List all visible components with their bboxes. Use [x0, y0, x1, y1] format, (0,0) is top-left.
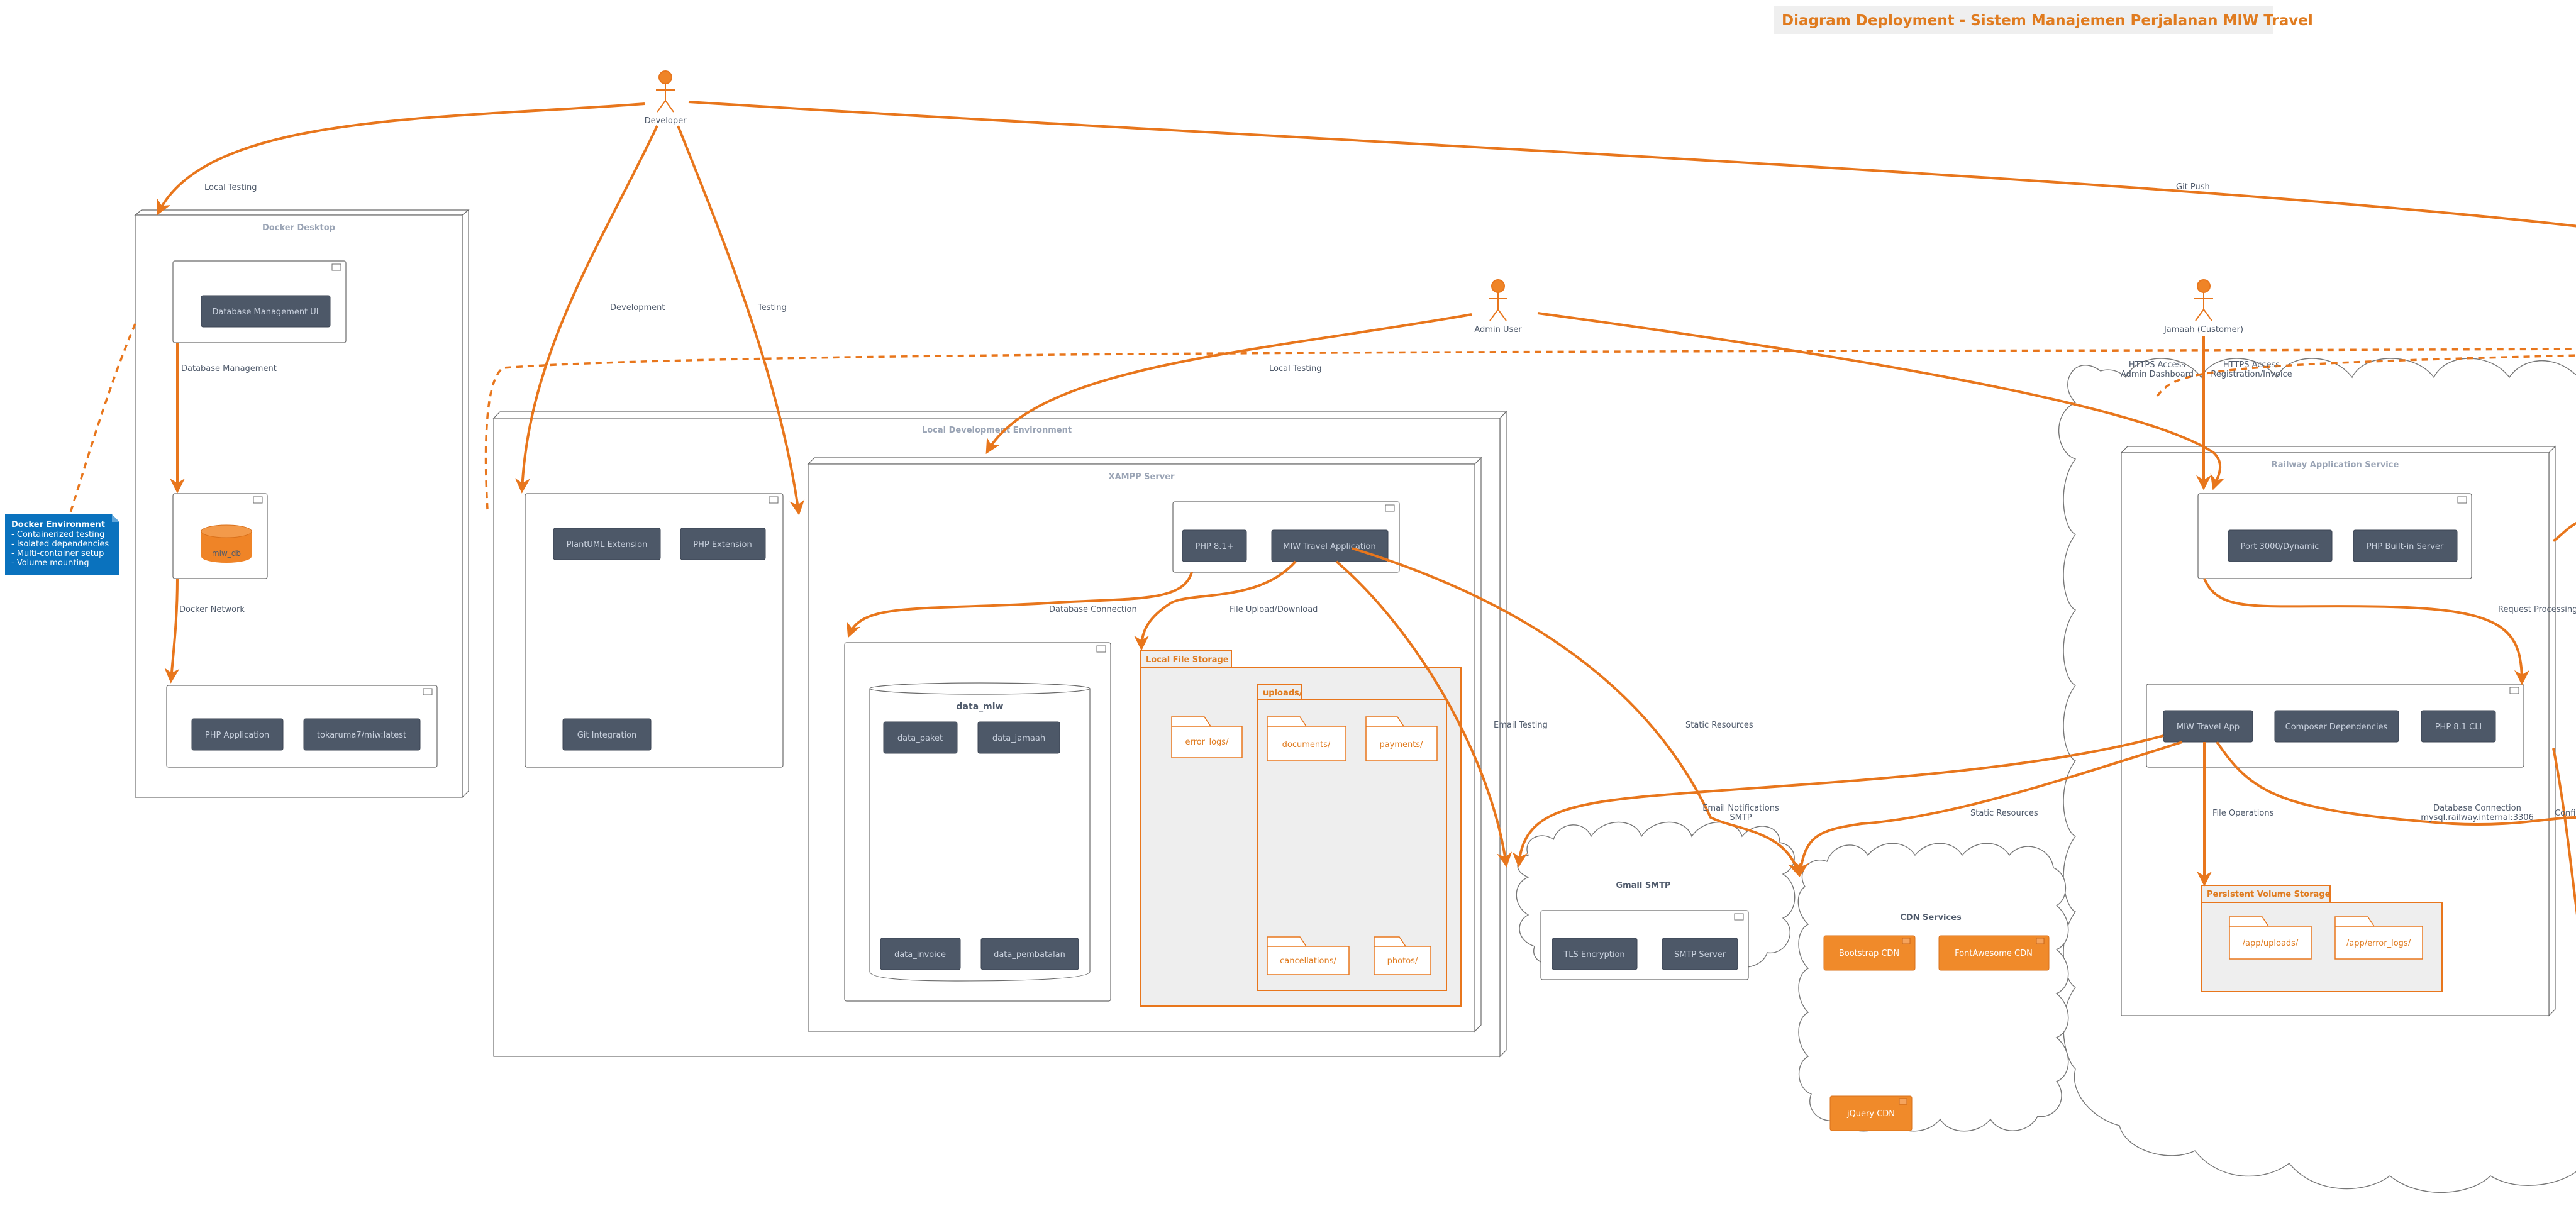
diagram-title: Diagram Deployment - Sistem Manajemen Pe… — [1782, 13, 2313, 29]
photos-label: photos/ — [1387, 956, 1418, 966]
port-label: Port 3000/Dynamic — [2241, 542, 2319, 551]
uploads-title: uploads/ — [1263, 689, 1302, 698]
gmail-smtp-title: Gmail SMTP — [1616, 881, 1670, 890]
php81-xampp-label: PHP 8.1+ — [1195, 542, 1233, 551]
data-pembatalan-label: data_pembatalan — [994, 950, 1065, 960]
note-title: Docker Environment — [11, 520, 105, 529]
admin-user-label: Admin User — [1474, 325, 1522, 335]
mysql-component: data_miw data_paket data_jamaah data_inv… — [844, 642, 1111, 1002]
label-development: Development — [610, 303, 665, 313]
label-db-connection-railway-1: Database Connection — [2433, 804, 2521, 813]
customer-actor — [2194, 279, 2213, 321]
local-file-storage-package: Local File Storage error_logs/ uploads/ … — [1140, 650, 1462, 1007]
label-database-connection: Database Connection — [1049, 605, 1137, 614]
note-line-3: - Multi-container setup — [11, 549, 104, 558]
persistent-volume-title: Persistent Volume Storage — [2207, 890, 2331, 899]
php-extension-label: PHP Extension — [693, 540, 752, 550]
label-email-notifications-1: Email Notifications — [1702, 804, 1779, 813]
miw-db-component: miw_db — [172, 493, 268, 579]
cdn-services-title: CDN Services — [1900, 913, 1962, 922]
data-miw-label: data_miw — [957, 702, 1004, 712]
deployment-diagram: Diagram Deployment - Sistem Manajemen Pe… — [5, 6, 2576, 1193]
docker-desktop-title: Docker Desktop — [262, 223, 335, 233]
admin-user-actor — [1489, 279, 1507, 321]
jquery-cdn-label: jQuery CDN — [1846, 1109, 1895, 1119]
label-request-processing: Request Processing — [2498, 605, 2576, 614]
php-builtin-server-label: PHP Built-in Server — [2367, 542, 2444, 551]
label-https-customer-1: HTTPS Access — [2223, 360, 2280, 370]
docker-image-label: tokaruma7/miw:latest — [317, 731, 406, 740]
bootstrap-cdn-label: Bootstrap CDN — [1839, 949, 1899, 958]
label-email-notifications-2: SMTP — [1729, 813, 1752, 822]
cdn-services-cloud — [1797, 843, 2069, 1132]
note-line-4: - Volume mounting — [11, 558, 89, 568]
label-static-resources-railway: Static Resources — [1970, 809, 2038, 818]
label-https-admin-2: Admin Dashboard — [2121, 370, 2194, 379]
local-file-storage-title: Local File Storage — [1146, 655, 1229, 665]
note-line-1: - Containerized testing — [11, 530, 104, 540]
local-dev-title: Local Development Environment — [922, 426, 1072, 435]
smtp-server-label: SMTP Server — [1674, 950, 1726, 960]
miw-db-label: miw_db — [212, 549, 241, 558]
label-git-push: Git Push — [2176, 182, 2210, 192]
developer-label: Developer — [645, 116, 687, 126]
label-local-testing-admin: Local Testing — [1269, 364, 1322, 374]
db-management-ui-label: Database Management UI — [212, 307, 318, 317]
composer-dependencies-label: Composer Dependencies — [2285, 722, 2388, 732]
label-email-testing: Email Testing — [1494, 721, 1548, 730]
data-invoice-label: data_invoice — [894, 950, 946, 960]
payments-label: payments/ — [1379, 740, 1423, 750]
label-config-partial: Confi — [2555, 809, 2575, 818]
developer-actor — [656, 70, 675, 113]
label-docker-network: Docker Network — [179, 605, 245, 614]
data-jamaah-label: data_jamaah — [992, 734, 1045, 743]
cancellations-label: cancellations/ — [1280, 956, 1336, 966]
bootstrap-cdn-node: Bootstrap CDN — [1823, 935, 1916, 971]
label-static-resources-xampp: Static Resources — [1685, 721, 1753, 730]
tls-encryption-label: TLS Encryption — [1563, 950, 1624, 960]
label-file-operations: File Operations — [2212, 809, 2274, 818]
docker-environment-note: Docker Environment - Containerized testi… — [5, 514, 119, 575]
php-application-component: PHP Application tokaruma7/miw:latest — [166, 685, 438, 768]
php-application-label: PHP Application — [205, 731, 269, 740]
xampp-app-component: PHP 8.1+ MIW Travel Application — [1172, 501, 1400, 573]
error-logs-label: error_logs/ — [1185, 738, 1230, 747]
label-testing: Testing — [757, 303, 787, 313]
jquery-cdn-node: jQuery CDN — [1829, 1095, 1913, 1131]
label-local-testing-docker: Local Testing — [204, 183, 257, 192]
edge-git-push — [688, 101, 2576, 228]
php81-cli-label: PHP 8.1 CLI — [2435, 722, 2482, 732]
label-file-upload: File Upload/Download — [1230, 605, 1318, 614]
documents-label: documents/ — [1282, 740, 1331, 750]
db-management-component: Database Management UI — [172, 260, 347, 343]
uploads-package: uploads/ documents/ payments/ cancellati… — [1257, 684, 1447, 991]
note-line-2: - Isolated dependencies — [11, 540, 109, 549]
miw-travel-application-label: MIW Travel Application — [1283, 542, 1375, 551]
vscode-extensions-component: PlantUML Extension PHP Extension Git Int… — [525, 493, 784, 768]
miw-travel-app-label: MIW Travel App — [2177, 722, 2240, 732]
customer-label: Jamaah (Customer) — [2163, 325, 2243, 335]
edge-note-link — [69, 323, 136, 513]
fontawesome-cdn-label: FontAwesome CDN — [1955, 949, 2033, 958]
fontawesome-cdn-node: FontAwesome CDN — [1938, 935, 2050, 971]
app-uploads-label: /app/uploads/ — [2243, 939, 2299, 948]
railway-service-title: Railway Application Service — [2272, 460, 2399, 470]
data-paket-label: data_paket — [897, 734, 943, 743]
git-integration-label: Git Integration — [577, 731, 637, 740]
edge-local-testing-docker — [157, 102, 645, 216]
gmail-smtp-component: TLS Encryption SMTP Server — [1540, 910, 1749, 980]
label-database-management: Database Management — [181, 364, 277, 374]
label-https-customer-2: Registration/Invoice — [2211, 370, 2292, 379]
railway-web-component: Port 3000/Dynamic PHP Built-in Server — [2197, 493, 2472, 579]
plantuml-extension-label: PlantUML Extension — [567, 540, 648, 550]
app-error-logs-label: /app/error_logs/ — [2346, 939, 2411, 948]
label-https-admin-1: HTTPS Access — [2129, 360, 2185, 370]
xampp-title: XAMPP Server — [1109, 472, 1175, 482]
label-db-connection-railway-2: mysql.railway.internal:3306 — [2421, 813, 2534, 822]
